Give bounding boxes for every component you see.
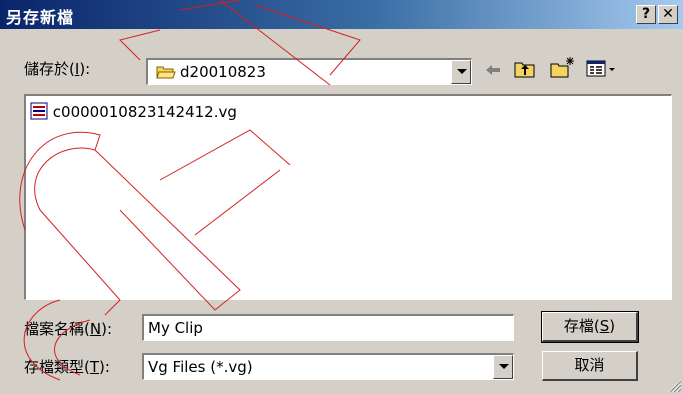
new-folder-button[interactable] bbox=[548, 55, 576, 81]
filetype-dropdown-button[interactable] bbox=[493, 355, 513, 379]
view-menu-icon bbox=[586, 60, 615, 77]
file-list[interactable]: c0000010823142412.vg bbox=[24, 94, 672, 300]
save-in-combo[interactable]: d20010823 bbox=[146, 58, 472, 85]
folder-up-icon bbox=[514, 62, 535, 78]
file-name: c0000010823142412.vg bbox=[52, 103, 237, 121]
list-item[interactable]: c0000010823142412.vg bbox=[30, 102, 237, 122]
vg-file-icon bbox=[30, 102, 48, 120]
help-button[interactable]: ? bbox=[636, 5, 656, 24]
cancel-button[interactable]: 取消 bbox=[542, 351, 638, 381]
window-title: 另存新檔 bbox=[6, 8, 75, 27]
filename-input[interactable]: My Clip bbox=[142, 314, 514, 341]
chevron-down-icon bbox=[457, 69, 467, 74]
resize-grip-icon[interactable] bbox=[666, 377, 682, 393]
save-in-label: 儲存於(I): bbox=[24, 60, 91, 78]
new-folder-icon bbox=[550, 57, 574, 78]
filename-label: 檔案名稱(N): bbox=[24, 320, 113, 338]
save-button[interactable]: 存檔(S) bbox=[541, 311, 639, 343]
save-as-dialog: 另存新檔 ? ✕ 儲存於(I): d20010823 c000001082314… bbox=[0, 0, 683, 394]
close-button[interactable]: ✕ bbox=[658, 5, 678, 24]
save-in-value: d20010823 bbox=[180, 63, 266, 81]
chevron-down-icon bbox=[499, 364, 509, 369]
back-button[interactable] bbox=[482, 59, 504, 81]
filetype-value: Vg Files (*.vg) bbox=[148, 358, 253, 376]
up-one-level-button[interactable] bbox=[512, 57, 538, 81]
save-in-dropdown-button[interactable] bbox=[451, 60, 471, 84]
arrow-left-icon bbox=[486, 65, 500, 75]
view-menu-button[interactable] bbox=[585, 58, 619, 80]
filetype-label: 存檔類型(T): bbox=[24, 358, 110, 376]
folder-open-icon bbox=[156, 64, 176, 84]
filetype-combo[interactable]: Vg Files (*.vg) bbox=[142, 353, 514, 380]
title-bar[interactable]: 另存新檔 ? ✕ bbox=[0, 0, 683, 29]
